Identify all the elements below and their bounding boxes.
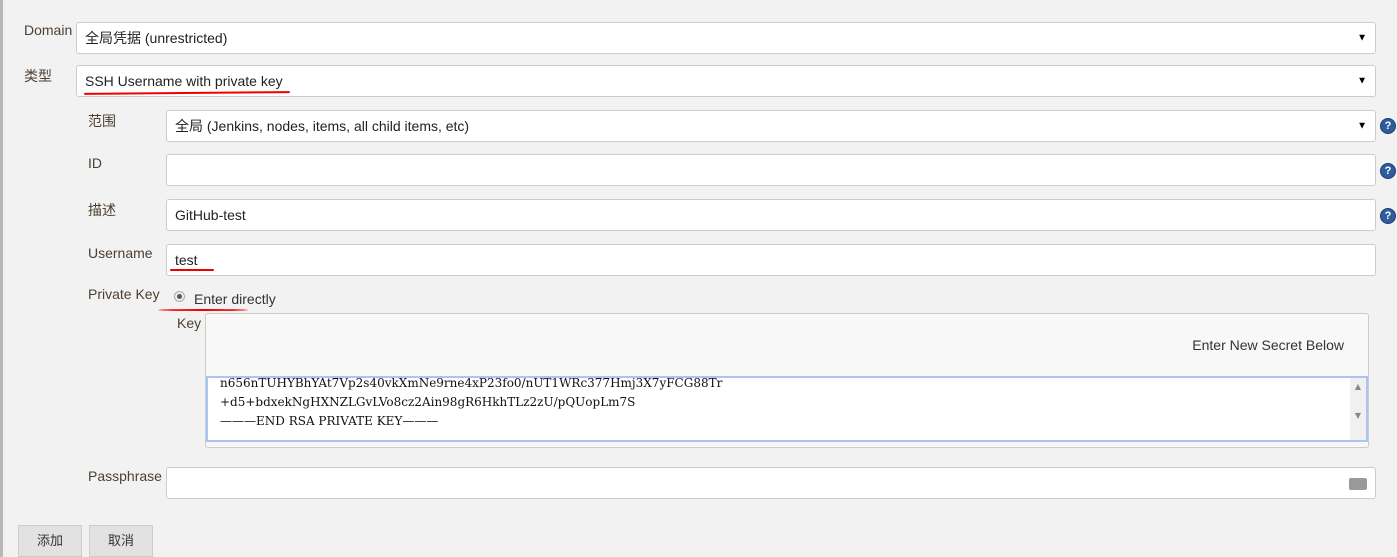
dropdown-arrow-icon: ▼ xyxy=(1357,120,1367,132)
keyboard-icon[interactable] xyxy=(1349,478,1367,490)
key-label: Key xyxy=(177,315,202,331)
passphrase-input[interactable] xyxy=(166,467,1376,499)
username-value: test xyxy=(175,252,198,268)
help-icon[interactable]: ? xyxy=(1380,208,1396,224)
kind-value: SSH Username with private key xyxy=(85,73,283,89)
key-line: +d5+bdxekNgHXNZLGvLVo8cz2Ain98gR6HkhTLz2… xyxy=(220,395,636,409)
id-label: ID xyxy=(88,155,102,171)
dropdown-arrow-icon: ▼ xyxy=(1357,75,1367,87)
annotation-underline xyxy=(170,269,214,271)
scope-value: 全局 (Jenkins, nodes, items, all child ite… xyxy=(175,118,470,134)
scope-label: 范围 xyxy=(88,113,116,129)
key-textarea[interactable]: n656nTUHYBhYAt7Vp2s40vkXmNe9rne4xP23fo0/… xyxy=(206,376,1368,442)
cancel-button[interactable]: 取消 xyxy=(89,525,153,557)
scrollbar[interactable]: ▲ ▼ xyxy=(1350,378,1366,440)
id-input[interactable] xyxy=(166,154,1376,186)
domain-select[interactable]: 全局凭据 (unrestricted) ▼ xyxy=(76,22,1376,54)
enter-directly-label[interactable]: Enter directly xyxy=(194,291,276,307)
secret-hint: Enter New Secret Below xyxy=(1192,337,1344,353)
description-value: GitHub-test xyxy=(175,207,246,223)
key-line: n656nTUHYBhYAt7Vp2s40vkXmNe9rne4xP23fo0/… xyxy=(220,376,723,390)
dropdown-arrow-icon: ▼ xyxy=(1357,32,1367,44)
description-label: 描述 xyxy=(88,202,116,218)
left-border xyxy=(0,0,3,557)
help-icon[interactable]: ? xyxy=(1380,118,1396,134)
description-input[interactable]: GitHub-test xyxy=(166,199,1376,231)
scope-select[interactable]: 全局 (Jenkins, nodes, items, all child ite… xyxy=(166,110,1376,142)
domain-label: Domain xyxy=(24,22,73,38)
username-label: Username xyxy=(88,245,153,261)
annotation-underline xyxy=(158,309,248,311)
key-line: ———END RSA PRIVATE KEY——— xyxy=(220,414,439,428)
domain-value: 全局凭据 (unrestricted) xyxy=(85,30,228,46)
private-key-label: Private Key xyxy=(88,286,160,302)
passphrase-label: Passphrase xyxy=(88,468,162,484)
help-icon[interactable]: ? xyxy=(1380,163,1396,179)
add-button[interactable]: 添加 xyxy=(18,525,82,557)
username-input[interactable]: test xyxy=(166,244,1376,276)
kind-label: 类型 xyxy=(24,68,52,84)
key-panel: Enter New Secret Below n656nTUHYBhYAt7Vp… xyxy=(205,313,1369,448)
enter-directly-radio[interactable] xyxy=(174,291,185,302)
